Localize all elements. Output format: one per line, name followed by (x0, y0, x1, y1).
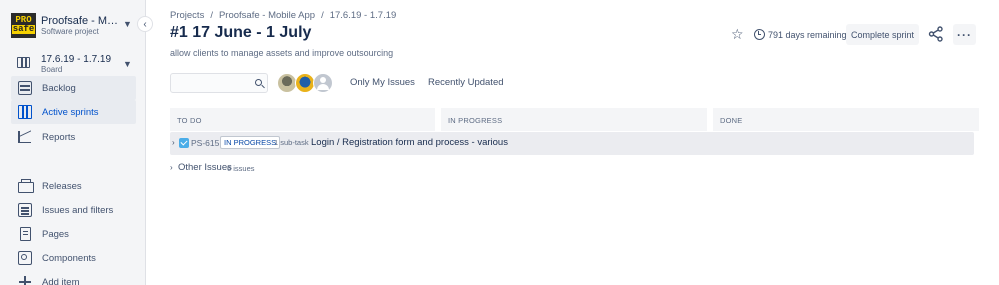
board-icon (17, 57, 30, 68)
releases-icon (18, 179, 34, 193)
reports-icon (18, 130, 32, 144)
status-badge: IN PROGRESS (220, 136, 281, 149)
search-icon (255, 79, 262, 86)
star-icon[interactable]: ☆ (731, 27, 744, 41)
page-title: #1 17 June - 1 July (170, 24, 312, 41)
project-name: Proofsafe - Mobile App (41, 14, 119, 27)
chevron-right-icon[interactable]: › (172, 138, 175, 147)
pages-icon (20, 227, 31, 241)
project-switcher[interactable]: PRO safe Proofsafe - Mobile App Software… (11, 12, 135, 38)
chevron-down-icon[interactable]: ▼ (123, 59, 132, 69)
sidebar: PRO safe Proofsafe - Mobile App Software… (0, 0, 146, 285)
sidebar-item-add-item[interactable]: Add item (11, 270, 136, 285)
more-icon: ··· (957, 27, 972, 42)
sidebar-item-releases[interactable]: Releases (11, 174, 136, 198)
breadcrumb-board[interactable]: 17.6.19 - 1.7.19 (330, 10, 397, 21)
clock-icon (754, 29, 765, 40)
board-icon (18, 105, 32, 119)
share-icon[interactable] (927, 25, 945, 43)
breadcrumb-project[interactable]: Proofsafe - Mobile App (219, 10, 315, 21)
add-icon (18, 275, 32, 285)
task-icon (179, 138, 189, 148)
more-options-button[interactable]: ··· (953, 24, 976, 45)
sidebar-item-label: Active sprints (42, 106, 99, 118)
project-logo: PRO safe (11, 12, 36, 38)
sidebar-item-label: Releases (42, 180, 82, 192)
sidebar-item-reports[interactable]: Reports (11, 125, 136, 149)
chevron-right-icon[interactable]: › (170, 163, 173, 172)
search-input[interactable] (170, 73, 268, 93)
board-type: Board (41, 65, 63, 74)
only-my-issues-filter[interactable]: Only My Issues (350, 77, 415, 88)
sprint-goal: allow clients to manage assets and impro… (170, 48, 394, 58)
chevron-down-icon[interactable]: ▼ (123, 19, 132, 29)
avatar[interactable] (295, 73, 315, 93)
backlog-icon (18, 81, 32, 95)
issues-icon (18, 203, 32, 217)
components-icon (18, 251, 32, 265)
complete-sprint-button[interactable]: Complete sprint (846, 24, 919, 45)
column-header-in-progress: IN PROGRESS (441, 108, 707, 131)
column-header-todo: TO DO (170, 108, 435, 131)
breadcrumb-projects[interactable]: Projects (170, 10, 204, 21)
sidebar-item-label: Pages (42, 228, 69, 240)
sidebar-item-pages[interactable]: Pages (11, 222, 136, 246)
subtask-count: 1 sub-task (274, 138, 309, 147)
sidebar-item-label: Issues and filters (42, 204, 114, 216)
sidebar-item-label: Backlog (42, 82, 76, 94)
sidebar-item-components[interactable]: Components (11, 246, 136, 270)
days-remaining: 791 days remaining (768, 30, 847, 40)
other-issues-label: Other Issues (178, 162, 232, 173)
swimlane-row[interactable]: › PS-615 IN PROGRESS 1 sub-task Login / … (170, 132, 974, 155)
project-type: Software project (41, 26, 99, 36)
sidebar-item-active-sprints[interactable]: Active sprints (11, 100, 136, 124)
column-header-done: DONE (713, 108, 979, 131)
board-name: 17.6.19 - 1.7.19 (41, 54, 112, 65)
collapse-sidebar-button[interactable]: ‹ (137, 16, 153, 32)
sidebar-item-label: Components (42, 252, 96, 264)
recently-updated-filter[interactable]: Recently Updated (428, 77, 504, 88)
sidebar-item-label: Add item (42, 276, 80, 285)
sidebar-item-label: Reports (42, 131, 76, 143)
breadcrumb: Projects / Proofsafe - Mobile App/17.6.19 … (170, 10, 397, 21)
sidebar-item-issues-and-filters[interactable]: Issues and filters (11, 198, 136, 222)
board-switcher[interactable]: 17.6.19 - 1.7.19 Board ▼ (11, 52, 135, 76)
sidebar-item-backlog[interactable]: Backlog (11, 76, 136, 100)
issue-key[interactable]: PS-615 (191, 138, 219, 148)
chevron-left-icon: ‹ (143, 18, 147, 30)
avatar[interactable] (313, 73, 333, 93)
other-issues-count: 6 issues (227, 164, 255, 173)
issue-summary[interactable]: Login / Registration form and process - … (311, 137, 508, 148)
avatar[interactable] (277, 73, 297, 93)
